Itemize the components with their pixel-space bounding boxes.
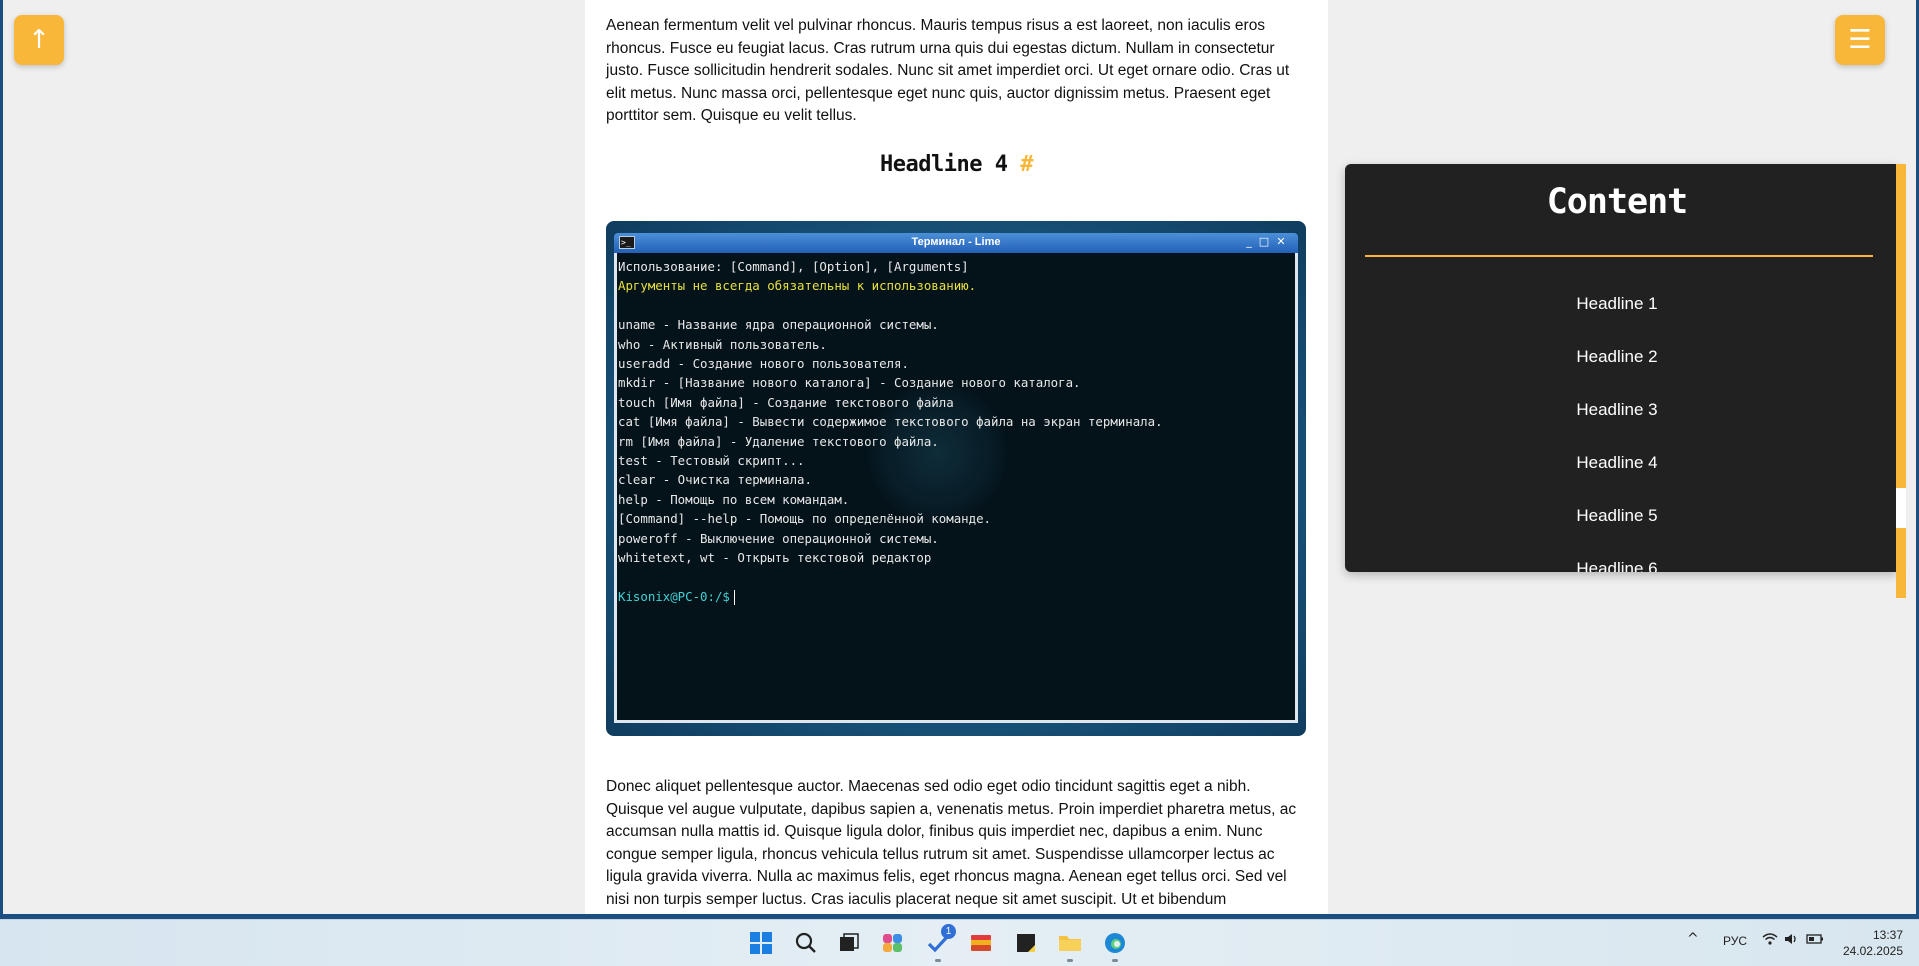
start-button[interactable]: [748, 930, 774, 956]
search-button[interactable]: [793, 930, 819, 956]
section-headline: Headline 4 #: [585, 152, 1328, 177]
running-indicator: [935, 959, 941, 962]
show-hidden-icons-button[interactable]: ^: [1687, 931, 1699, 947]
maximize-icon: □: [1258, 235, 1270, 248]
task-view-button[interactable]: [836, 930, 862, 956]
terminal-line: poweroff - Выключение операционной систе…: [618, 530, 939, 546]
battery-icon[interactable]: [1806, 932, 1824, 950]
terminal-body: Использование: [Command], [Option], [Arg…: [614, 253, 1298, 723]
sticky-notes-app[interactable]: [1013, 930, 1039, 956]
terminal-prompt-line[interactable]: Kisonix@PC-0:/$: [618, 587, 1163, 606]
terminal-line: Использование: [Command], [Option], [Arg…: [618, 259, 969, 274]
taskbar: 1 ^ РУС 13:37 24.02.2025: [0, 919, 1919, 966]
scroll-to-top-button[interactable]: ↑: [14, 15, 64, 65]
sticky-note-icon: [1017, 934, 1035, 952]
terminal-titlebar: >_ Терминал - Lime _ □ ✕: [614, 233, 1298, 253]
text-cursor: [733, 589, 735, 605]
toc-item-headline-2[interactable]: Headline 2: [1345, 347, 1889, 400]
minimize-icon: _: [1246, 235, 1252, 248]
terminal-line: useradd - Создание нового пользователя.: [618, 356, 909, 372]
clock-time[interactable]: 13:37: [1858, 928, 1903, 942]
wallet-app[interactable]: [968, 930, 994, 956]
terminal-prompt: Kisonix@PC-0:/$: [618, 588, 730, 604]
toc-item-headline-4[interactable]: Headline 4: [1345, 453, 1889, 506]
toc-item-headline-1[interactable]: Headline 1: [1345, 294, 1889, 347]
terminal-line: whitetext, wt - Открыть текстовой редакт…: [618, 550, 932, 566]
todo-app[interactable]: 1: [925, 924, 956, 956]
task-view-icon: [840, 933, 859, 951]
toc-scrollbar[interactable]: [1896, 164, 1906, 598]
terminal-output: Использование: [Command], [Option], [Arg…: [617, 253, 1164, 610]
copilot-icon: [883, 934, 902, 952]
copilot-app[interactable]: [880, 930, 906, 956]
paragraph: Donec aliquet pellentesque auctor. Maece…: [606, 778, 1297, 908]
table-of-contents-panel: Content Headline 1 Headline 2 Headline 3 He…: [1345, 164, 1897, 572]
windows-icon: [750, 932, 772, 954]
toc-scrollbar-thumb[interactable]: [1896, 488, 1906, 528]
notification-badge: 1: [941, 924, 956, 939]
terminal-line: rm [Имя файла] - Удаление текстового фай…: [618, 433, 939, 449]
clock-date[interactable]: 24.02.2025: [1838, 944, 1903, 958]
volume-icon[interactable]: [1784, 932, 1800, 950]
terminal-screenshot: >_ Терминал - Lime _ □ ✕ Использование: …: [606, 221, 1306, 736]
toc-item-headline-5[interactable]: Headline 5: [1345, 506, 1889, 559]
toc-item-headline-3[interactable]: Headline 3: [1345, 400, 1889, 453]
language-indicator[interactable]: РУС: [1723, 934, 1747, 948]
terminal-line: test - Тестовый скрипт...: [618, 453, 805, 469]
close-icon: ✕: [1276, 235, 1286, 248]
paragraph: Aenean fermentum velit vel pulvinar rhon…: [606, 17, 1290, 124]
toc-divider: [1365, 255, 1873, 257]
edge-icon: [1105, 933, 1125, 953]
wifi-icon[interactable]: [1762, 932, 1778, 950]
search-icon: [795, 932, 816, 953]
terminal-line: touch [Имя файла] - Создание текстового …: [618, 394, 954, 410]
edge-browser-app[interactable]: [1102, 930, 1128, 956]
toc-list: Headline 1 Headline 2 Headline 3 Headline 4…: [1345, 294, 1889, 572]
wallet-icon: [971, 935, 991, 951]
terminal-title: Терминал - Lime: [911, 236, 1001, 248]
terminal-line: uname - Название ядра операционной систе…: [618, 317, 939, 333]
arrow-up-icon: ↑: [28, 25, 50, 55]
browser-viewport: ↑ ☰ Aenean fermentum velit vel pulvinar …: [3, 0, 1916, 914]
folder-icon: [1059, 936, 1081, 951]
toc-title: Content: [1546, 182, 1689, 222]
terminal-line: [Command] --help - Помощь по определённо…: [618, 511, 991, 527]
anchor-hash-link[interactable]: #: [1020, 152, 1033, 177]
terminal-line: Аргументы не всегда обязательны к исполь…: [618, 278, 977, 294]
hamburger-menu-icon: ☰: [1848, 25, 1872, 55]
headline-text: Headline 4: [880, 152, 1008, 177]
toc-item-headline-6[interactable]: Headline 6: [1345, 559, 1889, 572]
running-indicator: [1112, 959, 1118, 962]
terminal-line: who - Активный пользователь.: [618, 336, 827, 352]
file-explorer-app[interactable]: [1057, 930, 1083, 956]
terminal-line: help - Помощь по всем командам.: [618, 491, 850, 507]
terminal-line: mkdir - [Название нового каталога] - Соз…: [618, 375, 1081, 391]
menu-button[interactable]: ☰: [1835, 15, 1885, 65]
running-indicator: [1067, 959, 1073, 962]
article-column: Aenean fermentum velit vel pulvinar rhon…: [585, 0, 1328, 914]
terminal-line: cat [Имя файла] - Вывести содержимое тек…: [618, 414, 1163, 430]
terminal-line: clear - Очистка терминала.: [618, 472, 812, 488]
